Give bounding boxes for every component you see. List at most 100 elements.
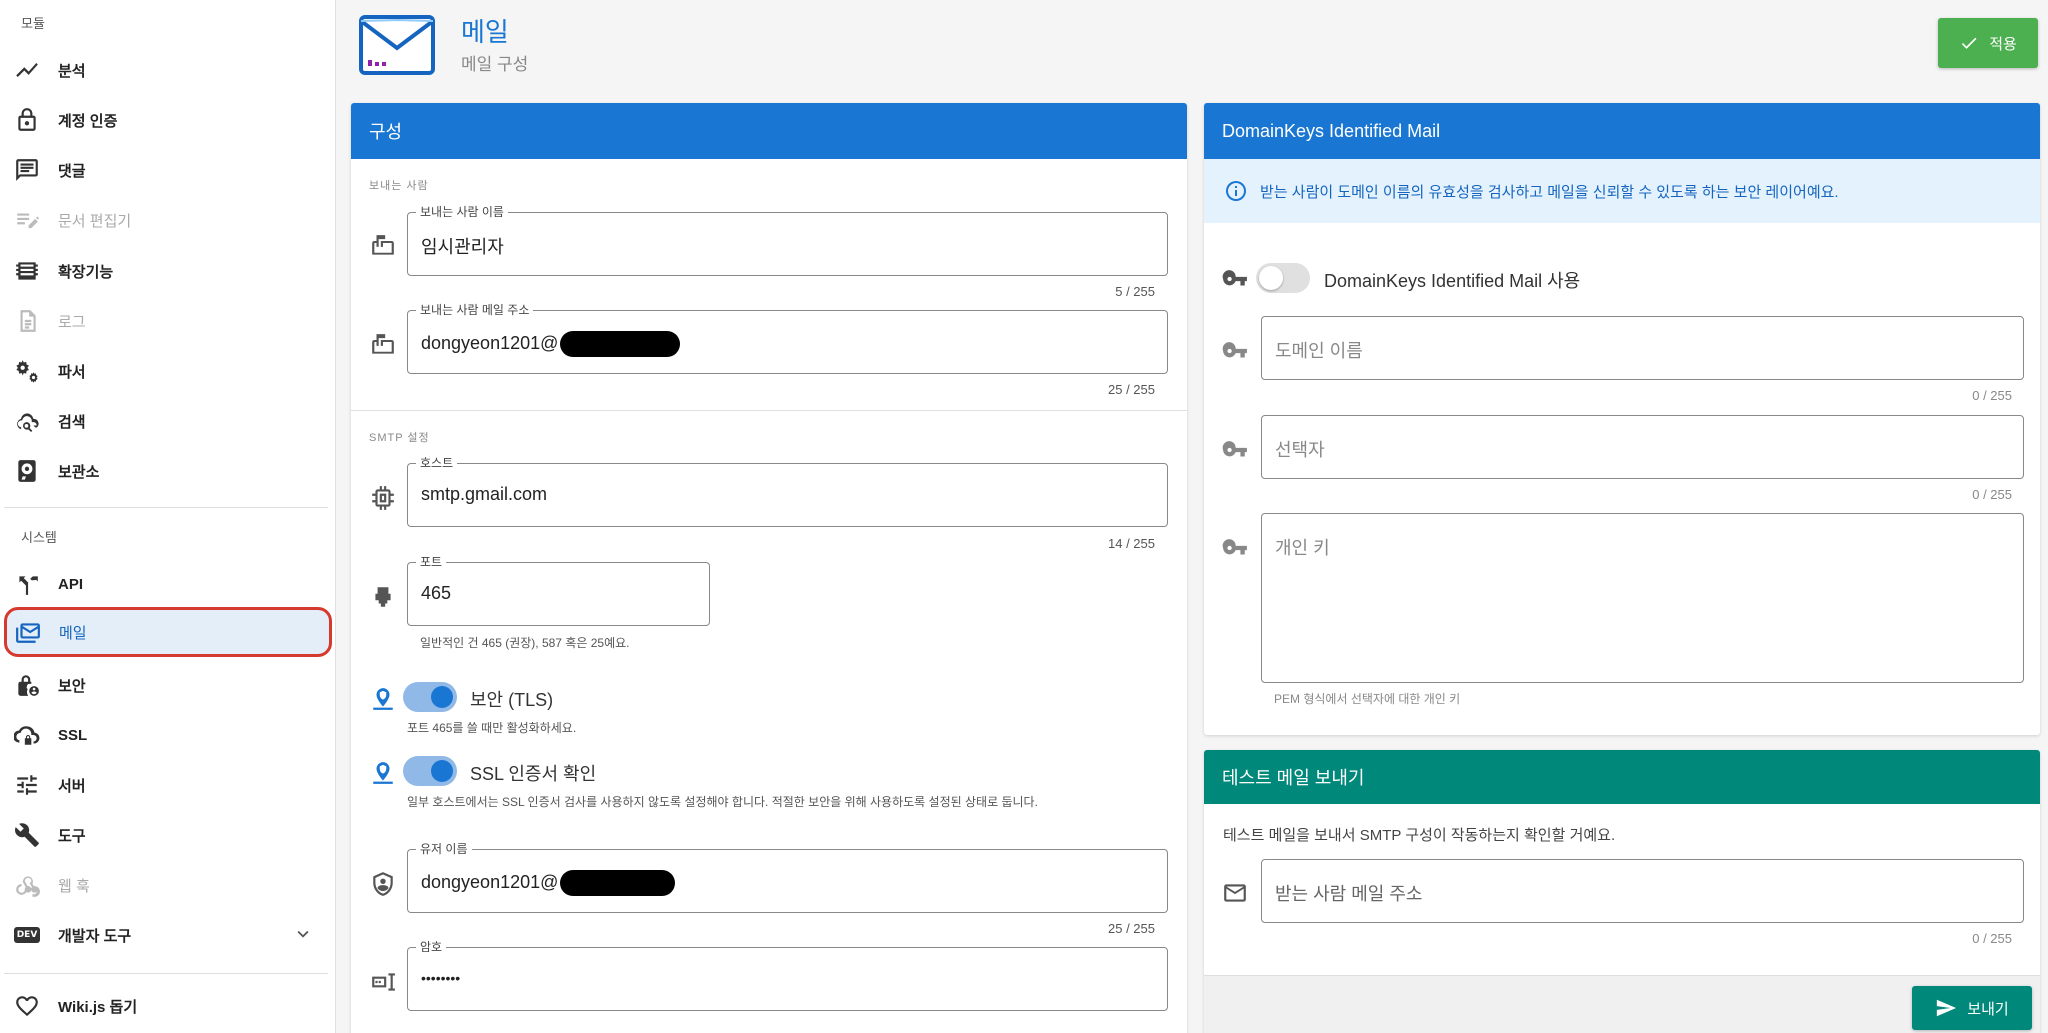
shield-pin-icon [370, 686, 396, 712]
comment-icon [14, 157, 40, 183]
sidebar-item-api[interactable]: API [0, 559, 336, 609]
smtp-username-field[interactable]: 유저 이름 dongyeon1201@ [407, 842, 1168, 913]
dkim-info-alert: 받는 사람이 도메인 이름의 유효성을 검사하고 메일을 신뢰할 수 있도록 하… [1204, 159, 2040, 223]
ssl-verify-toggle[interactable] [403, 756, 457, 786]
ssl-verify-hint: 일부 호스트에서는 SSL 인증서 검사를 사용하지 않도록 설정해야 합니다.… [407, 795, 1038, 809]
dkim-selector-counter: 0 / 255 [1972, 487, 2012, 502]
sender-name-field[interactable]: 보내는 사람 이름 임시관리자 [407, 205, 1168, 276]
sidebar-item-mail[interactable]: 메일 [4, 607, 332, 657]
smtp-host-counter: 14 / 255 [1108, 536, 1155, 551]
sidebar-item-dev-tools[interactable]: DEV 개발자 도구 [0, 910, 336, 960]
sidebar-item-label: 계정 인증 [58, 112, 118, 130]
apply-button[interactable]: 적용 [1938, 18, 2038, 68]
sidebar-item-utilities[interactable]: 도구 [0, 810, 336, 860]
config-card: 구성 보내는 사람 보내는 사람 이름 임시관리자 5 / 255 보내는 사람… [351, 103, 1187, 1033]
sidebar-item-comments[interactable]: 댓글 [0, 145, 336, 195]
dkim-domain-field[interactable]: 도메인 이름 [1261, 316, 2024, 380]
sidebar-item-label: 로그 [58, 313, 86, 331]
test-mail-card: 테스트 메일 보내기 테스트 메일을 보내서 SMTP 구성이 작동하는지 확인… [1204, 750, 2040, 1033]
chevron-down-icon[interactable] [292, 923, 314, 945]
webhook-icon [14, 872, 40, 898]
storage-icon [14, 458, 40, 484]
test-mail-description: 테스트 메일을 보내서 SMTP 구성이 작동하는지 확인할 거예요. [1223, 827, 1616, 844]
sidebar: 모듈 분석 계정 인증 댓글 문서 편집기 확장기능 로그 파서 검색 보관소 … [0, 0, 336, 1033]
sidebar-divider [4, 973, 328, 974]
sidebar-item-logs[interactable]: 로그 [0, 296, 336, 346]
sidebar-item-security[interactable]: 보안 [0, 660, 336, 710]
sidebar-item-editor[interactable]: 문서 편집기 [0, 195, 336, 245]
send-button[interactable]: 보내기 [1912, 986, 2032, 1030]
mailbox-icon [370, 233, 396, 259]
sliders-icon [14, 772, 40, 798]
mail-icon [15, 619, 41, 645]
ssl-cloud-icon [14, 722, 40, 748]
sidebar-item-label: 댓글 [58, 162, 86, 180]
sidebar-item-label: 파서 [58, 363, 86, 381]
key-icon [1222, 338, 1248, 364]
section-divider [351, 410, 1187, 411]
search-cloud-icon [14, 408, 40, 434]
dkim-private-key-textarea[interactable]: 개인 키 [1261, 513, 2024, 683]
sidebar-item-storage[interactable]: 보관소 [0, 446, 336, 496]
sender-email-counter: 25 / 255 [1108, 382, 1155, 397]
sidebar-item-label: 분석 [58, 62, 86, 80]
smtp-host-field[interactable]: 호스트 smtp.gmail.com [407, 456, 1168, 527]
sender-email-field[interactable]: 보내는 사람 메일 주소 dongyeon1201@ [407, 303, 1168, 374]
sender-section-label: 보내는 사람 [369, 180, 429, 192]
sidebar-item-label: 보관소 [58, 463, 100, 481]
page-subtitle: 메일 구성 [461, 55, 529, 74]
gears-icon [14, 358, 40, 384]
sidebar-item-analytics[interactable]: 분석 [0, 45, 336, 95]
shield-pin-icon [370, 760, 396, 786]
tls-toggle[interactable] [403, 682, 457, 712]
dkim-enable-toggle[interactable] [1256, 263, 1310, 293]
sidebar-item-auth[interactable]: 계정 인증 [0, 95, 336, 145]
mail-outline-icon [1222, 880, 1248, 906]
smtp-port-field[interactable]: 포트 465 [407, 555, 710, 626]
dkim-card: DomainKeys Identified Mail 받는 사람이 도메인 이름… [1204, 103, 2040, 735]
test-recipient-field[interactable]: 받는 사람 메일 주소 [1261, 859, 2024, 923]
extension-icon [14, 258, 40, 284]
sidebar-item-label: 개발자 도구 [58, 927, 132, 945]
dkim-domain-counter: 0 / 255 [1972, 388, 2012, 403]
smtp-port-hint: 일반적인 건 465 (권장), 587 혹은 25예요. [420, 636, 630, 650]
sidebar-item-label: 웹 훅 [58, 877, 90, 895]
info-icon [1226, 181, 1246, 201]
sidebar-item-label: 확장기능 [58, 263, 114, 281]
sidebar-header-system: 시스템 [21, 530, 57, 545]
key-icon [1222, 266, 1248, 292]
sidebar-header-modules: 모듈 [21, 16, 45, 31]
log-icon [14, 308, 40, 334]
account-shield-icon [370, 871, 396, 897]
smtp-section-label: SMTP 설정 [369, 432, 430, 444]
test-recipient-counter: 0 / 255 [1972, 931, 2012, 946]
smtp-password-field[interactable]: 암호 •••••••• [407, 940, 1168, 1011]
dkim-card-title: DomainKeys Identified Mail [1204, 103, 2040, 159]
heart-icon [14, 993, 40, 1019]
test-mail-card-title: 테스트 메일 보내기 [1204, 750, 2040, 804]
sidebar-item-label: 메일 [59, 624, 87, 642]
sidebar-item-ssl[interactable]: SSL [0, 710, 336, 760]
dkim-private-key-hint: PEM 형식에서 선택자에 대한 개인 키 [1274, 692, 1461, 706]
sidebar-item-server[interactable]: 서버 [0, 760, 336, 810]
smtp-username-counter: 25 / 255 [1108, 921, 1155, 936]
dev-badge-icon: DEV [13, 922, 41, 948]
tls-hint: 포트 465를 쓸 때만 활성화하세요. [407, 721, 577, 735]
sidebar-item-donate[interactable]: Wiki.js 돕기 [0, 981, 336, 1031]
sender-name-counter: 5 / 255 [1115, 284, 1155, 299]
dkim-selector-field[interactable]: 선택자 [1261, 415, 2024, 479]
sidebar-item-label: Wiki.js 돕기 [58, 998, 138, 1016]
sidebar-item-label: 도구 [58, 827, 86, 845]
sidebar-item-label: 문서 편집기 [58, 212, 132, 230]
sidebar-item-extensions[interactable]: 확장기능 [0, 246, 336, 296]
editor-icon [14, 207, 40, 233]
ssl-verify-label: SSL 인증서 확인 [470, 764, 597, 784]
config-card-title: 구성 [351, 103, 1187, 159]
security-lock-icon [14, 672, 40, 698]
sidebar-item-webhooks[interactable]: 웹 훅 [0, 860, 336, 910]
sidebar-item-label: 서버 [58, 777, 86, 795]
password-icon [370, 969, 396, 995]
sidebar-divider [4, 507, 328, 508]
sidebar-item-search[interactable]: 검색 [0, 396, 336, 446]
sidebar-item-parser[interactable]: 파서 [0, 346, 336, 396]
